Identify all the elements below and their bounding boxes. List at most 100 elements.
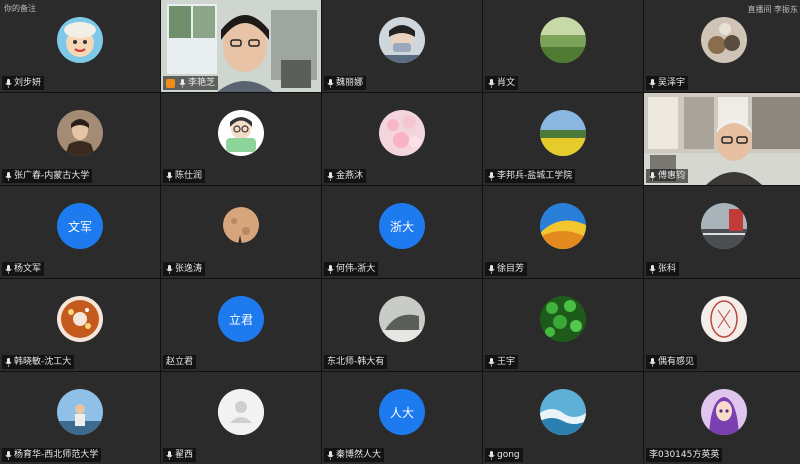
participant-name: 张广春-内蒙古大学 <box>14 171 90 181</box>
participant-name-label: 杨文军 <box>2 262 45 276</box>
participant-tile[interactable]: 韩晓敏-沈工大 <box>0 279 160 371</box>
masked-person-icon <box>379 17 425 64</box>
participant-name: 魏丽娜 <box>336 78 364 88</box>
microphone-icon <box>5 264 12 274</box>
microphone-icon <box>327 78 334 88</box>
participant-name: 赵立君 <box>166 357 194 367</box>
participant-tile[interactable]: 肖文 <box>483 0 643 92</box>
microphone-icon <box>5 171 12 181</box>
participant-name-label: 赵立君 <box>163 355 197 369</box>
microphone-icon <box>488 450 495 460</box>
participant-tile[interactable]: 东北师-韩大有 <box>322 279 482 371</box>
microphone-icon <box>5 450 12 460</box>
participant-name: 王宇 <box>497 357 516 367</box>
tile-corner-right-label: 直播间 李振东 <box>747 5 798 14</box>
donut-photo-icon <box>57 296 103 343</box>
participant-tile[interactable]: 张科 <box>644 186 800 278</box>
participant-name-label: 张广春-内蒙古大学 <box>2 169 93 183</box>
host-badge-icon <box>166 78 175 88</box>
cartoon-face-icon <box>57 17 103 64</box>
default-user-icon <box>218 389 264 436</box>
flowers-photo-icon <box>379 110 425 157</box>
participant-tile[interactable]: 魏丽娜 <box>322 0 482 92</box>
participant-name: 吴泽宇 <box>658 78 686 88</box>
microphone-icon <box>5 78 12 88</box>
participant-name-label: 王宇 <box>485 355 519 369</box>
microphone-icon <box>488 78 495 88</box>
participant-tile[interactable]: 杨育华-西北师范大学 <box>0 372 160 464</box>
person-sky-icon <box>57 389 103 436</box>
moon-photo-icon <box>218 203 264 250</box>
avatar-initials: 浙大 <box>379 203 425 250</box>
microphone-icon <box>327 264 334 274</box>
participant-name: 杨文军 <box>14 264 42 274</box>
pets-photo-icon <box>701 17 747 64</box>
participant-tile[interactable]: 金燕沐 <box>322 93 482 185</box>
participant-tile[interactable]: gong <box>483 372 643 464</box>
participant-tile[interactable]: 徐目芳 <box>483 186 643 278</box>
participant-tile[interactable]: 直播间 李振东吴泽宇 <box>644 0 800 92</box>
microphone-icon <box>488 171 495 181</box>
participant-name: 肖文 <box>497 78 516 88</box>
participant-tile[interactable]: 李邦兵-盐城工学院 <box>483 93 643 185</box>
participant-tile[interactable]: 浙大何伟-浙大 <box>322 186 482 278</box>
participant-name: 傅惠钧 <box>658 171 686 181</box>
participant-name-label: 金燕沐 <box>324 169 367 183</box>
microphone-icon <box>649 78 656 88</box>
participant-tile[interactable]: 人大 秦博然人大 <box>322 372 482 464</box>
microphone-icon <box>166 171 173 181</box>
microphone-icon <box>166 264 173 274</box>
participant-tile[interactable]: 偶有感见 <box>644 279 800 371</box>
participant-name: 偶有感见 <box>658 357 695 367</box>
abstract-art-icon <box>540 203 586 250</box>
participant-tile[interactable]: 立君赵立君 <box>161 279 321 371</box>
participant-tile[interactable]: 翟西 <box>161 372 321 464</box>
participant-name-label: 陈仕润 <box>163 169 206 183</box>
participant-tile[interactable]: 傅惠钧 <box>644 93 800 185</box>
landscape-photo-icon <box>540 17 586 64</box>
microphone-icon <box>166 450 173 460</box>
participant-tile[interactable]: 张广春-内蒙古大学 <box>0 93 160 185</box>
participant-name-label: 张逸涛 <box>163 262 206 276</box>
red-drawing-icon <box>701 296 747 343</box>
participant-tile[interactable]: 王宇 <box>483 279 643 371</box>
participant-name: 张科 <box>658 264 677 274</box>
participant-tile[interactable]: 李030145方英英 <box>644 372 800 464</box>
participant-tile[interactable]: 李艳芝 <box>161 0 321 92</box>
participant-name: 李艳芝 <box>188 78 216 88</box>
microphone-icon <box>327 171 334 181</box>
participant-name: 刘步妍 <box>14 78 42 88</box>
participant-name-label: 东北师-韩大有 <box>324 355 388 369</box>
participant-name-label: 刘步妍 <box>2 76 45 90</box>
participant-name-label: 吴泽宇 <box>646 76 689 90</box>
sketch-photo-icon <box>379 296 425 343</box>
participant-name-label: 肖文 <box>485 76 519 90</box>
participant-name: 东北师-韩大有 <box>327 357 385 367</box>
microphone-icon <box>179 78 186 88</box>
participant-name-label: 徐目芳 <box>485 262 528 276</box>
participant-name-label: 何伟-浙大 <box>324 262 379 276</box>
participant-tile[interactable]: 你的备注刘步妍 <box>0 0 160 92</box>
cartoon-girl-icon <box>218 110 264 157</box>
participant-name: 李邦兵-盐城工学院 <box>497 171 573 181</box>
participant-name: 陈仕润 <box>175 171 203 181</box>
road-photo-icon <box>701 203 747 250</box>
microphone-icon <box>488 357 495 367</box>
participant-name: 徐目芳 <box>497 264 525 274</box>
avatar-initials: 文军 <box>57 203 103 250</box>
participant-name-label: 张科 <box>646 262 680 276</box>
participant-tile[interactable]: 陈仕润 <box>161 93 321 185</box>
video-grid: 你的备注 刘步妍 李艳芝 魏丽娜 肖文 直播间 李振东 吴泽宇 张广春-内蒙古大学 陈仕润 金燕沐… <box>0 0 800 464</box>
avatar-initials: 人大 <box>379 389 425 436</box>
participant-tile[interactable]: 文军杨文军 <box>0 186 160 278</box>
participant-name: 何伟-浙大 <box>336 264 376 274</box>
participant-name: 金燕沐 <box>336 171 364 181</box>
clover-photo-icon <box>540 296 586 343</box>
microphone-icon <box>649 357 656 367</box>
tile-corner-label: 你的备注 <box>4 4 36 13</box>
avatar-initials: 立君 <box>218 296 264 343</box>
participant-name-label: 偶有感见 <box>646 355 698 369</box>
participant-name-label: 李艳芝 <box>163 76 219 90</box>
participant-tile[interactable]: 张逸涛 <box>161 186 321 278</box>
participant-name-label: 魏丽娜 <box>324 76 367 90</box>
